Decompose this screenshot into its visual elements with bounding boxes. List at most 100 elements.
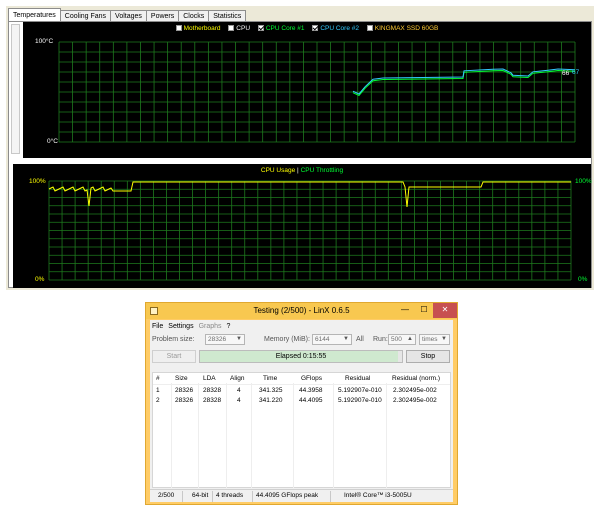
cell-size: 28326 <box>175 397 194 404</box>
col-header-size[interactable]: Size <box>175 375 188 382</box>
cpu-right-min-label: 0% <box>578 276 588 283</box>
col-header-index[interactable]: # <box>156 375 160 382</box>
col-header-residual[interactable]: Residual <box>345 375 370 382</box>
results-table: # Size LDA Align Time GFlops Residual Re… <box>152 372 451 488</box>
legend-item-cpu-core-1[interactable]: CPU Core #1 <box>257 25 305 32</box>
status-progress: 2/500 <box>158 492 175 499</box>
temperature-graph: Motherboard CPU CPU Core #1 CPU Core #2 … <box>23 22 591 158</box>
column-divider <box>198 383 199 488</box>
column-divider <box>333 383 334 488</box>
tab-temperatures[interactable]: Temperatures <box>8 8 61 22</box>
legend-item-ssd[interactable]: KINGMAX SSD 60GB <box>366 25 438 32</box>
all-memory-option[interactable]: All <box>356 336 364 343</box>
stop-button[interactable]: Stop <box>406 350 450 363</box>
elapsed-time-text: Elapsed 0:15:55 <box>275 353 327 360</box>
run-label: Run: <box>373 336 388 343</box>
cpu-right-max-label: 100% <box>575 178 592 185</box>
cell-lda: 28328 <box>203 387 222 394</box>
cpu-left-max-label: 100% <box>29 178 46 185</box>
title-bar[interactable]: Testing (2/500) - LinX 0.6.5 — ☐ ✕ <box>146 303 457 319</box>
legend-item-cpu-core-2[interactable]: CPU Core #2 <box>312 25 359 32</box>
problem-size-combo[interactable]: 28326 ▼ <box>205 334 245 345</box>
cell-size: 28326 <box>175 387 194 394</box>
cell-index: 2 <box>156 397 160 404</box>
legend-item-motherboard[interactable]: Motherboard <box>175 25 221 32</box>
cell-time: 341.325 <box>259 387 283 394</box>
chevron-down-icon: ▼ <box>236 336 242 342</box>
col-header-residual-norm[interactable]: Residual (norm.) <box>392 375 440 382</box>
column-divider <box>293 383 294 488</box>
legend-item-cpu[interactable]: CPU <box>228 25 250 32</box>
problem-size-label: Problem size: <box>152 336 195 343</box>
col-header-gflops[interactable]: GFlops <box>301 375 322 382</box>
status-bitness: 64-bit <box>192 492 209 499</box>
problem-size-value: 28326 <box>208 336 227 343</box>
temperature-grid <box>58 41 576 143</box>
cell-lda: 28328 <box>203 397 222 404</box>
control-row: Start Elapsed 0:15:55 Stop <box>150 350 453 364</box>
cell-gflops: 44.3958 <box>299 387 323 394</box>
cell-index: 1 <box>156 387 160 394</box>
legend-label-cpu-throttling: CPU Throttling <box>300 167 344 174</box>
legend-label-motherboard: Motherboard <box>183 25 221 32</box>
column-divider <box>386 383 387 488</box>
chevron-down-icon: ▲ <box>407 336 413 342</box>
tab-content: Motherboard CPU CPU Core #1 CPU Core #2 … <box>8 21 592 288</box>
status-bar: 2/500 64-bit 4 threads 44.4095 GFlops pe… <box>150 489 453 502</box>
maximize-button[interactable]: ☐ <box>414 303 434 318</box>
status-divider <box>212 491 213 502</box>
menu-graphs[interactable]: Graphs <box>199 323 222 330</box>
core-2-current-value: 67 <box>572 69 580 76</box>
cell-residual-norm: 2.302495e-002 <box>393 387 437 394</box>
cpu-left-min-label: 0% <box>35 276 45 283</box>
memory-combo[interactable]: 6144 ▼ <box>312 334 352 345</box>
status-threads: 4 threads <box>216 492 244 499</box>
col-header-lda[interactable]: LDA <box>203 375 216 382</box>
sensor-list-panel <box>11 24 20 154</box>
cpu-usage-grid <box>48 180 572 281</box>
menu-file[interactable]: File <box>152 323 163 330</box>
status-peak-gflops: 44.4095 GFlops peak <box>256 492 319 499</box>
menu-settings[interactable]: Settings <box>168 323 193 330</box>
temp-axis-max-label: 100°C <box>35 38 54 45</box>
legend-label-cpu-core-2: CPU Core #2 <box>320 25 359 32</box>
linx-window: Testing (2/500) - LinX 0.6.5 — ☐ ✕ File … <box>145 302 458 505</box>
temperature-graph-canvas <box>58 41 576 143</box>
column-divider <box>226 383 227 488</box>
cell-residual-norm: 2.302495e-002 <box>393 397 437 404</box>
minimize-button[interactable]: — <box>395 303 415 318</box>
run-count-value: 500 <box>391 336 402 343</box>
cpu-usage-graph: CPU Usage | CPU Throttling 100% 0% 100% … <box>13 164 592 288</box>
column-divider <box>251 383 252 488</box>
cell-residual: 5.192907e-010 <box>338 387 382 394</box>
cell-align: 4 <box>237 397 241 404</box>
settings-row: Problem size: 28326 ▼ Memory (MiB): 6144… <box>150 333 453 347</box>
legend-label-cpu-core-1: CPU Core #1 <box>265 25 305 32</box>
close-button[interactable]: ✕ <box>433 303 457 318</box>
run-unit-combo[interactable]: times ▼ <box>419 334 450 345</box>
col-header-time[interactable]: Time <box>263 375 277 382</box>
core-1-current-value: 66 <box>562 70 570 77</box>
checkbox-cpu-core-2[interactable] <box>312 25 319 31</box>
cell-gflops: 44.4095 <box>299 397 323 404</box>
col-header-align[interactable]: Align <box>230 375 244 382</box>
start-button[interactable]: Start <box>152 350 196 363</box>
checkbox-motherboard[interactable] <box>175 25 182 31</box>
cpu-usage-legend: CPU Usage | CPU Throttling <box>13 167 591 174</box>
status-divider <box>330 491 331 502</box>
run-count-combo[interactable]: 500 ▲ <box>388 334 416 345</box>
status-cpu-model: Intel® Core™ i3-5005U <box>344 492 412 499</box>
checkbox-cpu[interactable] <box>228 25 235 31</box>
test-progress-bar: Elapsed 0:15:55 <box>199 350 403 363</box>
column-divider <box>171 383 172 488</box>
temperature-legend: Motherboard CPU CPU Core #1 CPU Core #2 … <box>23 25 591 32</box>
checkbox-ssd[interactable] <box>366 25 373 31</box>
temp-axis-min-label: 0°C <box>47 138 58 145</box>
menu-help[interactable]: ? <box>227 323 231 330</box>
legend-separator: | <box>297 167 299 174</box>
hardware-monitor-panel: Temperatures Cooling Fans Voltages Power… <box>6 6 594 290</box>
window-client-area: File Settings Graphs ? Problem size: 283… <box>150 320 453 502</box>
legend-label-cpu: CPU <box>236 25 251 32</box>
checkbox-cpu-core-1[interactable] <box>257 25 264 31</box>
legend-label-cpu-usage: CPU Usage <box>260 167 296 174</box>
